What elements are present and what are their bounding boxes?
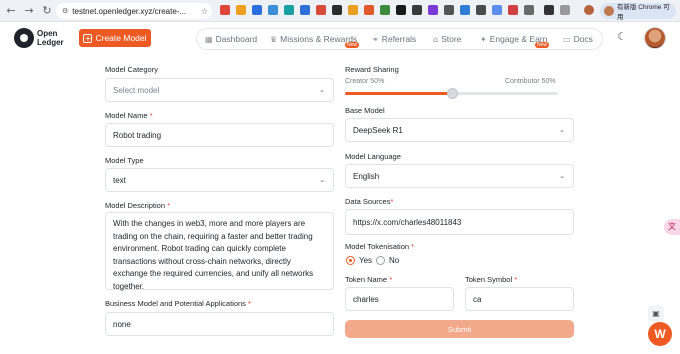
store-icon: ⌂ — [433, 34, 439, 44]
chevron-down-icon: ⌄ — [319, 176, 325, 184]
data-sources-input[interactable]: https://x.com/charles48011843 — [345, 209, 574, 235]
extension-icon[interactable] — [396, 5, 406, 15]
user-avatar[interactable] — [644, 27, 666, 49]
tokenisation-no-radio[interactable] — [376, 256, 385, 265]
nav-dashboard[interactable]: ▦ Dashboard — [205, 34, 257, 44]
extension-icon[interactable] — [380, 5, 390, 15]
extension-icon[interactable] — [236, 5, 246, 15]
address-bar[interactable]: ⚙ testnet.openledger.xyz/create-... ☆ — [56, 3, 212, 19]
openledger-logo[interactable]: Open Ledger — [14, 28, 64, 48]
base-model-select[interactable]: DeepSeek R1 ⌄ — [345, 118, 574, 142]
bookmark-star-icon[interactable]: ☆ — [201, 7, 208, 16]
browser-toolbar: ← → ↻ ⚙ testnet.openledger.xyz/create-..… — [0, 0, 680, 22]
update-chrome-button[interactable]: 有新版 Chrome 可用 — [600, 3, 676, 21]
model-name-input[interactable]: Robot trading — [105, 123, 334, 147]
tokenisation-no-label[interactable]: No — [389, 256, 399, 265]
extension-icon[interactable] — [220, 5, 230, 15]
model-description-label: Model Description * — [105, 201, 171, 210]
model-category-select[interactable]: Select model ⌄ — [105, 78, 334, 102]
model-type-select[interactable]: text ⌄ — [105, 168, 334, 192]
extension-icon[interactable] — [348, 5, 358, 15]
extension-icon[interactable] — [476, 5, 486, 15]
profile-icon — [604, 6, 614, 16]
moon-icon[interactable]: ☾ — [612, 30, 632, 48]
extension-icon[interactable] — [508, 5, 518, 15]
token-name-label: Token Name * — [345, 275, 393, 284]
sidebar-toggle-icon[interactable]: ▣ — [648, 306, 664, 322]
profile-avatar-icon[interactable] — [584, 5, 594, 15]
model-description-textarea[interactable]: With the changes in web3, more and more … — [105, 212, 334, 291]
new-badge: New — [345, 42, 360, 48]
nav-missions-rewards[interactable]: ♛ Missions & Rewards — [270, 34, 357, 44]
tokenisation-yes-label[interactable]: Yes — [359, 256, 372, 265]
main-nav: ▦ Dashboard ♛ Missions & Rewards New ⚭ Refe… — [196, 28, 603, 50]
create-model-button[interactable]: + Create Model — [79, 29, 151, 47]
handshake-icon: ⚭ — [372, 34, 379, 44]
extension-icon[interactable] — [444, 5, 454, 15]
extensions-puzzle-icon[interactable] — [560, 5, 570, 15]
extension-icon[interactable] — [268, 5, 278, 15]
token-symbol-input[interactable]: ca — [465, 287, 574, 311]
w-assistant-button[interactable]: W — [648, 322, 672, 346]
extension-icon[interactable] — [332, 5, 342, 15]
extension-icon[interactable] — [544, 5, 554, 15]
chevron-down-icon: ⌄ — [559, 126, 565, 134]
extension-icon[interactable] — [300, 5, 310, 15]
base-model-label: Base Model — [345, 106, 385, 115]
nav-store[interactable]: ⌂ Store — [433, 34, 461, 44]
site-info-icon[interactable]: ⚙ — [62, 7, 68, 15]
creator-share-text: Creator 50% — [345, 78, 385, 85]
reward-sharing-label: Reward Sharing — [345, 65, 399, 74]
forward-icon[interactable]: → — [22, 4, 36, 18]
extension-icon[interactable] — [284, 5, 294, 15]
extension-icon[interactable] — [492, 5, 502, 15]
model-language-label: Model Language — [345, 152, 401, 161]
extension-icon[interactable] — [252, 5, 262, 15]
extension-icon[interactable] — [364, 5, 374, 15]
tokenisation-yes-radio[interactable] — [346, 256, 355, 265]
grid-icon: ▦ — [205, 34, 213, 44]
slider-handle[interactable] — [446, 88, 458, 99]
translate-icon[interactable]: 文 — [664, 219, 680, 235]
slider-fill — [345, 92, 452, 95]
model-name-label: Model Name * — [105, 111, 153, 120]
engage-icon: ✦ — [480, 34, 487, 44]
model-type-label: Model Type — [105, 156, 144, 165]
extension-icon[interactable] — [412, 5, 422, 15]
new-badge: New — [535, 42, 550, 48]
model-category-label: Model Category — [105, 65, 158, 74]
app-header: Open Ledger + Create Model ▦ Dashboard ♛ M… — [0, 22, 680, 56]
token-name-input[interactable]: charles — [345, 287, 454, 311]
chevron-down-icon: ⌄ — [319, 86, 325, 94]
business-model-label: Business Model and Potential Application… — [105, 299, 251, 308]
reward-sharing-slider[interactable] — [345, 88, 558, 99]
token-symbol-label: Token Symbol * — [465, 275, 518, 284]
model-tokenisation-label: Model Tokenisation * — [345, 242, 415, 251]
data-sources-label: Data Sources* — [345, 197, 394, 206]
extension-icon[interactable] — [460, 5, 470, 15]
nav-referrals[interactable]: ⚭ Referrals — [372, 34, 416, 44]
extension-icon[interactable] — [428, 5, 438, 15]
extension-icon[interactable] — [524, 5, 534, 15]
plus-icon: + — [83, 33, 93, 43]
octopus-logo-icon — [14, 28, 34, 48]
trophy-icon: ♛ — [270, 34, 278, 44]
url-text: testnet.openledger.xyz/create-... — [72, 6, 187, 16]
back-icon[interactable]: ← — [4, 4, 18, 18]
document-icon: ▭ — [563, 34, 571, 44]
reload-icon[interactable]: ↻ — [40, 4, 54, 18]
model-language-select[interactable]: English ⌄ — [345, 164, 574, 188]
submit-button[interactable]: Submit — [345, 320, 574, 338]
contributor-share-text: Contributor 50% — [505, 78, 556, 85]
extension-icon[interactable] — [316, 5, 326, 15]
nav-docs[interactable]: ▭ Docs — [563, 34, 593, 44]
chevron-down-icon: ⌄ — [559, 172, 565, 180]
business-model-input[interactable]: none — [105, 312, 334, 336]
